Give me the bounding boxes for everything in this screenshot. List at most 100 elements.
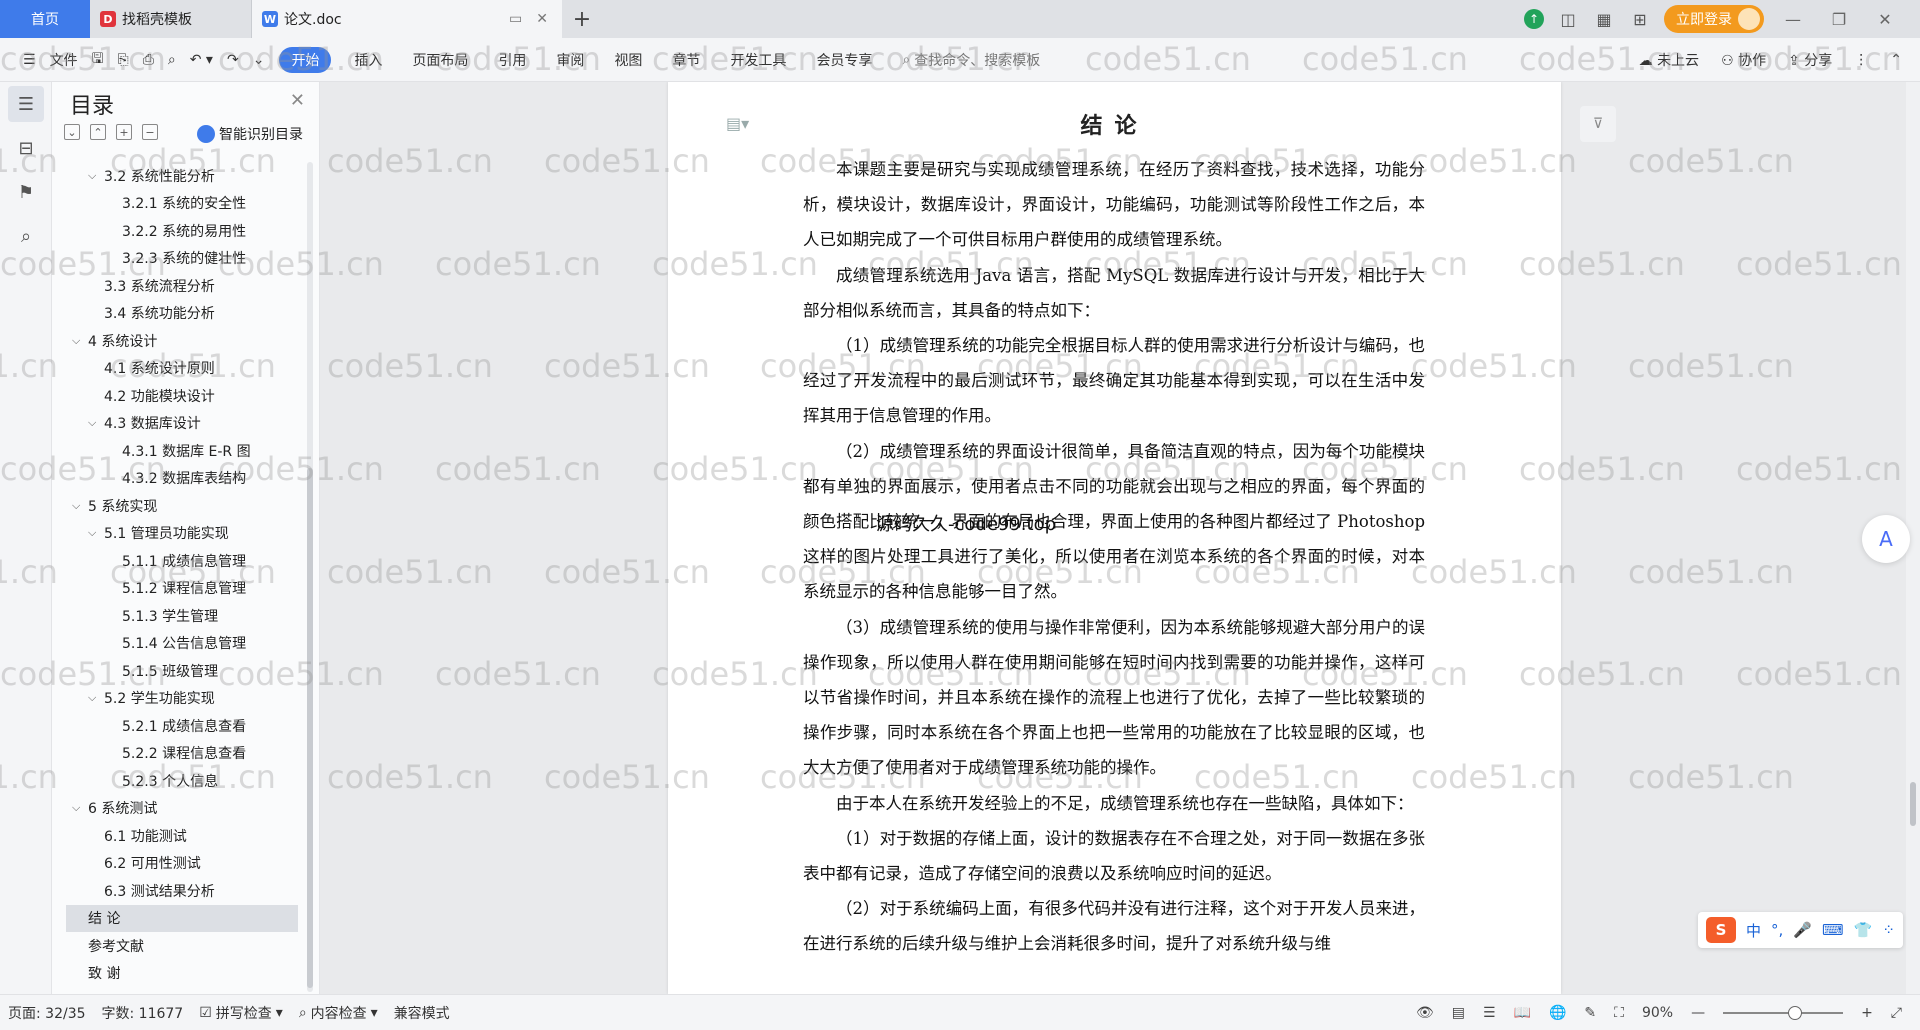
- tab-developer[interactable]: 开发工具: [715, 50, 801, 70]
- zoom-slider[interactable]: [1723, 1006, 1844, 1020]
- toc-item[interactable]: 5.1.4 公告信息管理: [66, 630, 298, 658]
- toc-item[interactable]: 致 谢: [66, 960, 298, 988]
- ime-apps-icon[interactable]: ⁘: [1882, 921, 1895, 939]
- toc-item[interactable]: 5.1.2 课程信息管理: [66, 575, 298, 603]
- share-button[interactable]: ⇪ 分享: [1788, 50, 1832, 70]
- toc-item[interactable]: ⌵ 5.1 管理员功能实现: [66, 520, 298, 548]
- toc-item[interactable]: 4.1 系统设计原则: [66, 355, 298, 383]
- command-search[interactable]: ⌕ 查找命令、搜索模板: [902, 50, 1040, 70]
- keyboard-icon[interactable]: ⌨: [1822, 921, 1844, 939]
- tab-layout[interactable]: 页面布局: [397, 50, 483, 70]
- zoom-slider-knob[interactable]: [1788, 1006, 1803, 1020]
- reading-mode-icon[interactable]: ◫: [1556, 10, 1580, 29]
- smart-toc-button[interactable]: 智能识别目录: [197, 124, 303, 144]
- cloud-status[interactable]: ☁ 未上云: [1639, 50, 1699, 70]
- print-icon[interactable]: ⎙: [136, 52, 161, 68]
- close-icon[interactable]: ✕: [290, 90, 305, 111]
- fit-page-icon[interactable]: ⛶: [1614, 1005, 1624, 1021]
- chevron-down-icon[interactable]: ⌵: [72, 801, 88, 815]
- toc-item[interactable]: 6.2 可用性测试: [66, 850, 298, 878]
- menu-icon[interactable]: ☰: [16, 52, 43, 68]
- content-check-button[interactable]: ⌕ 内容检查 ▾: [291, 1003, 386, 1023]
- export-pdf-icon[interactable]: ⎘: [111, 52, 136, 68]
- chevron-down-icon[interactable]: ⌵: [88, 416, 104, 430]
- apps-grid-icon[interactable]: ⊞: [1628, 10, 1652, 29]
- page-view-icon[interactable]: ▤: [1452, 1005, 1465, 1021]
- more-icon[interactable]: ⌄: [246, 52, 272, 68]
- ime-punct[interactable]: °,: [1771, 921, 1783, 939]
- more-options-icon[interactable]: ⋮: [1854, 52, 1868, 68]
- document-page[interactable]: ▤▾ 结论 本课题主要是研究与实现成绩管理系统，在经历了资料查找，技术选择，功能…: [668, 82, 1561, 994]
- remove-heading-icon[interactable]: −: [142, 124, 158, 140]
- chevron-down-icon[interactable]: ⌵: [88, 169, 104, 183]
- sogou-icon[interactable]: S: [1706, 917, 1736, 943]
- tab-review[interactable]: 审阅: [541, 50, 599, 70]
- zoom-in-icon[interactable]: +: [1861, 1005, 1873, 1021]
- toc-item[interactable]: 5.1.3 学生管理: [66, 602, 298, 630]
- page-count[interactable]: 页面: 32/35: [0, 1003, 94, 1023]
- toc-item[interactable]: 3.3 系统流程分析: [66, 272, 298, 300]
- toc-scroll-thumb[interactable]: [307, 468, 313, 988]
- tab-home[interactable]: 首页: [0, 0, 90, 38]
- assistant-icon[interactable]: A: [1862, 515, 1910, 563]
- web-view-icon[interactable]: 🌐: [1549, 1005, 1566, 1021]
- chevron-down-icon[interactable]: ⌵: [72, 334, 88, 348]
- tab-member[interactable]: 会员专享: [801, 50, 887, 70]
- toc-item[interactable]: 6.1 功能测试: [66, 822, 298, 850]
- zoom-out-icon[interactable]: —: [1691, 1005, 1705, 1021]
- skin-shirt-icon[interactable]: 👕: [1854, 921, 1873, 939]
- upgrade-icon[interactable]: ↑: [1524, 9, 1544, 29]
- print-preview-icon[interactable]: ⌕: [161, 52, 183, 68]
- toc-item[interactable]: 3.2.1 系统的安全性: [66, 190, 298, 218]
- filter-icon[interactable]: ⊽: [1580, 106, 1616, 142]
- bookmark-icon[interactable]: ⚑: [8, 174, 44, 210]
- close-window-icon[interactable]: ✕: [1868, 10, 1902, 29]
- toc-item[interactable]: ⌵ 5 系统实现: [66, 492, 298, 520]
- save-icon[interactable]: 🖫: [85, 48, 111, 72]
- chevron-down-icon[interactable]: ⌵: [88, 526, 104, 540]
- undo-icon[interactable]: ↶ ▾: [183, 52, 220, 68]
- toc-item[interactable]: ⌵ 4 系统设计: [66, 327, 298, 355]
- login-button[interactable]: 立即登录: [1664, 5, 1764, 33]
- tab-document[interactable]: W 论文.doc ▭ ✕: [252, 0, 562, 38]
- toc-item[interactable]: 结 论: [66, 904, 298, 932]
- toc-item[interactable]: 5.1.5 班级管理: [66, 657, 298, 685]
- toc-item[interactable]: ⌵ 4.3 数据库设计: [66, 410, 298, 438]
- collab-button[interactable]: ⚇ 协作: [1721, 50, 1766, 70]
- word-count[interactable]: 字数: 11677: [94, 1003, 192, 1023]
- close-tab-icon[interactable]: ✕: [532, 11, 552, 27]
- minimize-icon[interactable]: —: [1776, 10, 1810, 29]
- navigation-icon[interactable]: ⊟: [8, 130, 44, 166]
- spell-check-button[interactable]: ☑ 拼写检查 ▾: [191, 1003, 291, 1023]
- tab-section[interactable]: 章节: [657, 50, 715, 70]
- eye-protect-icon[interactable]: 👁: [1416, 1005, 1434, 1021]
- toc-item[interactable]: 参考文献: [66, 932, 298, 960]
- find-icon[interactable]: ⌕: [8, 218, 44, 254]
- restore-icon[interactable]: ❐: [1822, 10, 1856, 29]
- pen-icon[interactable]: ✎: [1584, 1005, 1596, 1021]
- toc-item[interactable]: 3.2.3 系统的健壮性: [66, 245, 298, 273]
- scroll-thumb[interactable]: [1910, 782, 1916, 826]
- toc-icon[interactable]: ☰: [8, 86, 44, 122]
- toc-scrollbar[interactable]: [307, 162, 313, 992]
- tab-reference[interactable]: 引用: [483, 50, 541, 70]
- tab-template[interactable]: D 找稻壳模板: [90, 0, 252, 38]
- chevron-down-icon[interactable]: ⌵: [88, 691, 104, 705]
- tab-insert[interactable]: 插入: [339, 50, 397, 70]
- toc-item[interactable]: 5.2.3 个人信息: [66, 767, 298, 795]
- new-tab-button[interactable]: +: [562, 0, 602, 38]
- ime-lang[interactable]: 中: [1746, 920, 1761, 941]
- tab-view[interactable]: 视图: [599, 50, 657, 70]
- collapse-ribbon-icon[interactable]: ⌃: [1890, 52, 1902, 68]
- toc-item[interactable]: 5.2.1 成绩信息查看: [66, 712, 298, 740]
- toc-item[interactable]: 3.2.2 系统的易用性: [66, 217, 298, 245]
- read-view-icon[interactable]: 📖: [1514, 1005, 1531, 1021]
- toc-item[interactable]: 6.3 测试结果分析: [66, 877, 298, 905]
- add-heading-icon[interactable]: +: [116, 124, 132, 140]
- chevron-down-icon[interactable]: ⌵: [72, 499, 88, 513]
- outline-view-icon[interactable]: ☰: [1483, 1005, 1496, 1021]
- redo-icon[interactable]: ↷: [220, 52, 246, 68]
- toc-item[interactable]: 4.3.1 数据库 E-R 图: [66, 437, 298, 465]
- monitor-icon[interactable]: ▭: [505, 11, 526, 27]
- expand-all-icon[interactable]: ⌃: [90, 124, 106, 140]
